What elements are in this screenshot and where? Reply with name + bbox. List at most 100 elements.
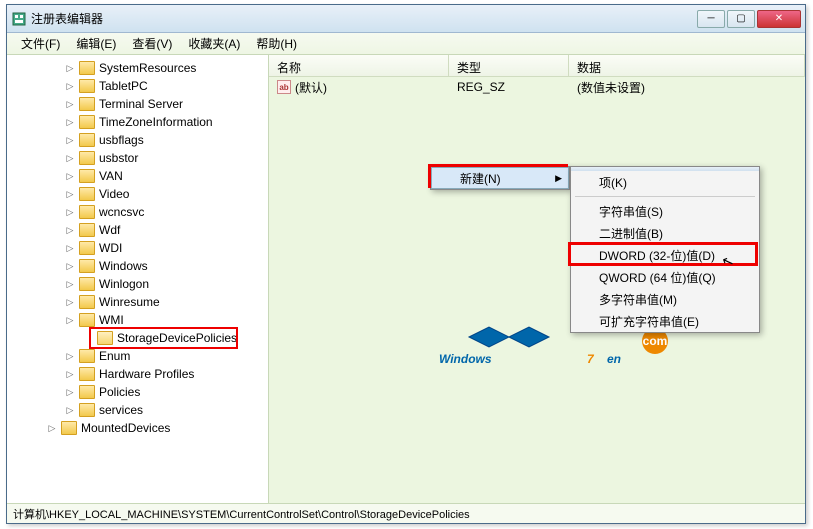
tree-node[interactable]: ▷Video	[7, 185, 268, 203]
tree-node[interactable]: ▷Policies	[7, 383, 268, 401]
expand-icon[interactable]: ▷	[65, 81, 75, 91]
minimize-button[interactable]: ─	[697, 10, 725, 28]
expand-icon[interactable]: ▷	[65, 225, 75, 235]
folder-icon	[79, 187, 95, 201]
folder-icon	[79, 367, 95, 381]
folder-icon	[79, 97, 95, 111]
string-value-icon: ab	[277, 80, 291, 94]
status-bar: 计算机\HKEY_LOCAL_MACHINE\SYSTEM\CurrentCon…	[7, 503, 805, 523]
expand-icon[interactable]: ▷	[65, 261, 75, 271]
maximize-button[interactable]: ▢	[727, 10, 755, 28]
menu-file[interactable]: 文件(F)	[13, 33, 68, 54]
tree-label: wcncsvc	[99, 205, 144, 219]
tree-label: Winresume	[99, 295, 160, 309]
tree-node[interactable]: ▷SystemResources	[7, 59, 268, 77]
tree-node[interactable]: ▷ MountedDevices	[7, 419, 268, 437]
titlebar[interactable]: 注册表编辑器 ─ ▢ ✕	[7, 5, 805, 33]
expand-icon[interactable]: ▷	[65, 189, 75, 199]
menuitem-multistring[interactable]: 多字符串值(M)	[571, 288, 759, 310]
folder-icon	[79, 277, 95, 291]
window-title: 注册表编辑器	[31, 10, 697, 27]
tree-node[interactable]: ▷ TabletPC	[7, 77, 268, 95]
col-data[interactable]: 数据	[569, 55, 805, 76]
tree-node[interactable]: ▷Hardware Profiles	[7, 365, 268, 383]
folder-icon	[79, 259, 95, 273]
menuitem-expandstring[interactable]: 可扩充字符串值(E)	[571, 310, 759, 332]
submenu-arrow-icon: ▶	[555, 173, 562, 184]
value-data: (数值未设置)	[569, 77, 805, 98]
tree-label: Winlogon	[99, 277, 149, 291]
tree-node[interactable]: ▷ Windows	[7, 257, 268, 275]
tree-node[interactable]: ▷ usbflags	[7, 131, 268, 149]
menuitem-qword[interactable]: QWORD (64 位)值(Q)	[571, 266, 759, 288]
expand-icon[interactable]: ▷	[65, 387, 75, 397]
tree-label: usbflags	[99, 133, 144, 147]
tree-panel[interactable]: ▷SystemResources▷TabletPC▷Terminal Serve…	[7, 55, 269, 503]
menu-help[interactable]: 帮助(H)	[248, 33, 305, 54]
expand-icon[interactable]: ▷	[65, 63, 75, 73]
folder-icon	[79, 133, 95, 147]
menu-view[interactable]: 查看(V)	[124, 33, 180, 54]
expand-icon[interactable]: ▷	[65, 369, 75, 379]
tree-node[interactable]: ▷ VAN	[7, 167, 268, 185]
tree-node[interactable]: ▷ services	[7, 401, 268, 419]
folder-icon	[79, 115, 95, 129]
expand-icon[interactable]: ▷	[65, 297, 75, 307]
tree-label: services	[99, 403, 143, 417]
tree-node[interactable]: ▷ Terminal Server	[7, 95, 268, 113]
tree-node[interactable]: ▷ WDI	[7, 239, 268, 257]
expand-icon[interactable]: ▷	[47, 423, 57, 433]
menuitem-string[interactable]: 字符串值(S)	[571, 200, 759, 222]
folder-icon	[79, 349, 95, 363]
expand-icon[interactable]: ▷	[65, 117, 75, 127]
value-row[interactable]: ab (默认) REG_SZ (数值未设置)	[269, 77, 805, 97]
menuitem-key[interactable]: 项(K)	[571, 171, 759, 193]
expand-icon[interactable]: ▷	[65, 153, 75, 163]
highlight-box	[89, 327, 238, 349]
expand-icon[interactable]: ▷	[65, 315, 75, 325]
tree-label: WDI	[99, 241, 122, 255]
folder-icon	[79, 223, 95, 237]
tree-label: Terminal Server	[99, 97, 183, 111]
tree-node[interactable]: ▷ Winresume	[7, 293, 268, 311]
tree-label: Windows	[99, 259, 148, 273]
menu-edit[interactable]: 编辑(E)	[68, 33, 124, 54]
tree-node[interactable]: ▷ wcncsvc	[7, 203, 268, 221]
svg-text:Windows: Windows	[439, 352, 492, 366]
folder-icon	[79, 313, 95, 327]
menuitem-binary[interactable]: 二进制值(B)	[571, 222, 759, 244]
tree-node[interactable]: ▷Enum	[7, 347, 268, 365]
value-name: (默认)	[295, 79, 327, 96]
svg-text:com: com	[643, 334, 668, 348]
expand-icon[interactable]: ▷	[65, 243, 75, 253]
expand-icon[interactable]: ▷	[65, 279, 75, 289]
tree-node[interactable]: ▷ usbstor	[7, 149, 268, 167]
expand-icon[interactable]: ▷	[65, 405, 75, 415]
tree-label: VAN	[99, 169, 123, 183]
tree-node[interactable]: ▷Wdf	[7, 221, 268, 239]
folder-icon	[79, 403, 95, 417]
expand-icon[interactable]: ▷	[65, 171, 75, 181]
col-name[interactable]: 名称	[269, 55, 449, 76]
expand-icon[interactable]: ▷	[65, 99, 75, 109]
context-submenu-new: 项(K) 字符串值(S) 二进制值(B) DWORD (32-位)值(D) QW…	[570, 166, 760, 333]
menuitem-dword[interactable]: DWORD (32-位)值(D)	[571, 244, 759, 266]
folder-icon	[79, 205, 95, 219]
close-button[interactable]: ✕	[757, 10, 801, 28]
menu-favorites[interactable]: 收藏夹(A)	[180, 33, 248, 54]
folder-icon	[79, 385, 95, 399]
tree-node[interactable]: ▷ Winlogon	[7, 275, 268, 293]
tree-label: usbstor	[99, 151, 138, 165]
tree-label: MountedDevices	[81, 421, 170, 435]
col-type[interactable]: 类型	[449, 55, 569, 76]
expand-icon[interactable]: ▷	[65, 135, 75, 145]
folder-icon	[79, 151, 95, 165]
expand-icon[interactable]: ▷	[65, 207, 75, 217]
value-type: REG_SZ	[449, 78, 569, 96]
folder-icon	[79, 169, 95, 183]
context-menu-new: 新建(N) ▶	[430, 166, 570, 190]
expand-icon[interactable]: ▷	[65, 351, 75, 361]
tree-label: TabletPC	[99, 79, 148, 93]
menuitem-new[interactable]: 新建(N) ▶	[431, 167, 569, 189]
tree-node[interactable]: ▷TimeZoneInformation	[7, 113, 268, 131]
